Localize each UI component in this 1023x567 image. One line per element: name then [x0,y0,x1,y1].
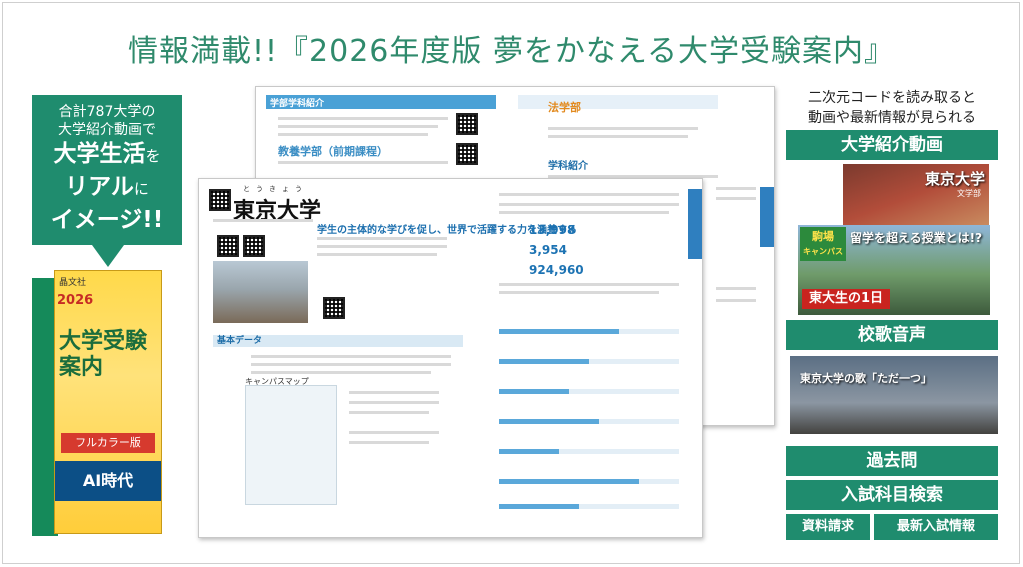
text-line [499,193,679,196]
video-button[interactable]: 大学紹介動画 [786,130,998,160]
text-line [499,203,679,206]
thumb2-badge: 東大生の1日 [802,289,890,309]
text-line [251,355,451,358]
bar-fill [499,504,579,509]
promo-big-1: 大学生活を [53,141,161,167]
promo-line-2: 大学紹介動画で [58,122,156,138]
bar-fill [499,449,559,454]
book-cover: 晶文社 2026 大学受験案内 フルカラー版 AI時代 [32,270,162,538]
qr-code [456,143,478,165]
text-line [317,253,437,256]
text-line [499,211,669,214]
headline: 情報満載!!『2026年度版 夢をかなえる大学受験案内』 [127,34,896,69]
bar-fill [499,389,569,394]
latest-exam-info-button[interactable]: 最新入試情報 [874,514,998,540]
text-line [548,127,698,130]
back-right-title: 法学部 [548,101,581,114]
book-title: 大学受験案内 [59,329,148,380]
text-line [548,135,688,138]
text-line [349,431,439,434]
book-count: 924,960 [529,263,584,277]
text-line [278,133,428,136]
faculty-count: 3,954 [529,243,567,257]
qr-code [209,189,231,211]
video-thumbnail-2[interactable]: 駒場 キャンパス 留学を超える授業とは!? 東大生の1日 [798,225,990,315]
bar-fill [499,359,589,364]
bar-fill [499,419,599,424]
campus-chip: 駒場 キャンパス [800,227,846,261]
promo-line-1: 合計787大学の [58,104,156,120]
song-thumbnail[interactable]: 東京大学の歌「ただ一つ」 [790,356,998,434]
qr-note: 二次元コードを読み取ると 動画や最新情報が見られる [786,88,998,128]
school-song-button[interactable]: 校歌音声 [786,320,998,350]
qr-code [217,235,239,257]
promo-big-3: イメージ!! [50,207,164,233]
student-count: 13,998 [529,223,576,237]
qr-note-line-1: 二次元コードを読み取ると [808,90,976,106]
text-line [499,283,679,286]
song-title: 東京大学の歌「ただ一つ」 [800,372,932,385]
text-line [716,299,756,302]
thumb2-caption: 留学を超える授業とは!? [850,231,983,245]
text-line [251,363,451,366]
front-page-spread: とうきょう 東京大学 学生の主体的な学びを促し、世界で活躍する力を涵養する 基本… [198,178,703,538]
text-line [349,391,439,394]
text-line [349,401,439,404]
bar-fill [499,479,639,484]
thumb1-subtitle: 文学部 [957,189,981,198]
book-publisher: 晶文社 [59,278,87,288]
past-exams-button[interactable]: 過去問 [786,446,998,476]
book-band: AI時代 [55,461,161,501]
text-line [349,411,429,414]
campus-map [245,385,337,505]
qr-code [456,113,478,135]
text-line [716,197,756,200]
text-line [716,187,756,190]
book-front: 晶文社 2026 大学受験案内 フルカラー版 AI時代 [54,270,162,534]
basic-data-label: 基本データ [217,336,263,346]
campus-chip-line-2: キャンパス [803,247,843,256]
qr-note-line-2: 動画や最新情報が見られる [808,110,976,126]
back-section-title: 学部学科紹介 [270,99,325,109]
back-right-section: 学科紹介 [548,161,588,172]
qr-code [243,235,265,257]
request-materials-button[interactable]: 資料請求 [786,514,870,540]
text-line [213,219,313,222]
text-line [317,245,447,248]
text-line [278,117,448,120]
text-line [251,371,431,374]
exam-subject-search-button[interactable]: 入試科目検索 [786,480,998,510]
text-line [716,287,756,290]
video-thumbnail-1[interactable]: 東京大学 文学部 [843,164,989,226]
back-subsection: 教養学部（前期課程） [278,145,388,158]
promo-big-2: リアルに [65,174,149,200]
campus-photo [213,261,308,323]
campus-chip-line-1: 駒場 [812,230,834,243]
book-year: 2026 [57,293,94,308]
text-line [499,291,659,294]
text-line [317,237,447,240]
text-line [278,125,438,128]
qr-code [323,297,345,319]
promo-callout: 合計787大学の 大学紹介動画で 大学生活を リアルに イメージ!! [32,95,182,267]
text-line [278,161,448,164]
bar-fill [499,329,619,334]
side-index-tab [760,187,774,247]
side-index-tab [688,189,702,259]
text-line [349,441,429,444]
thumb1-title: 東京大学 [924,170,985,188]
book-tag: フルカラー版 [61,433,155,453]
